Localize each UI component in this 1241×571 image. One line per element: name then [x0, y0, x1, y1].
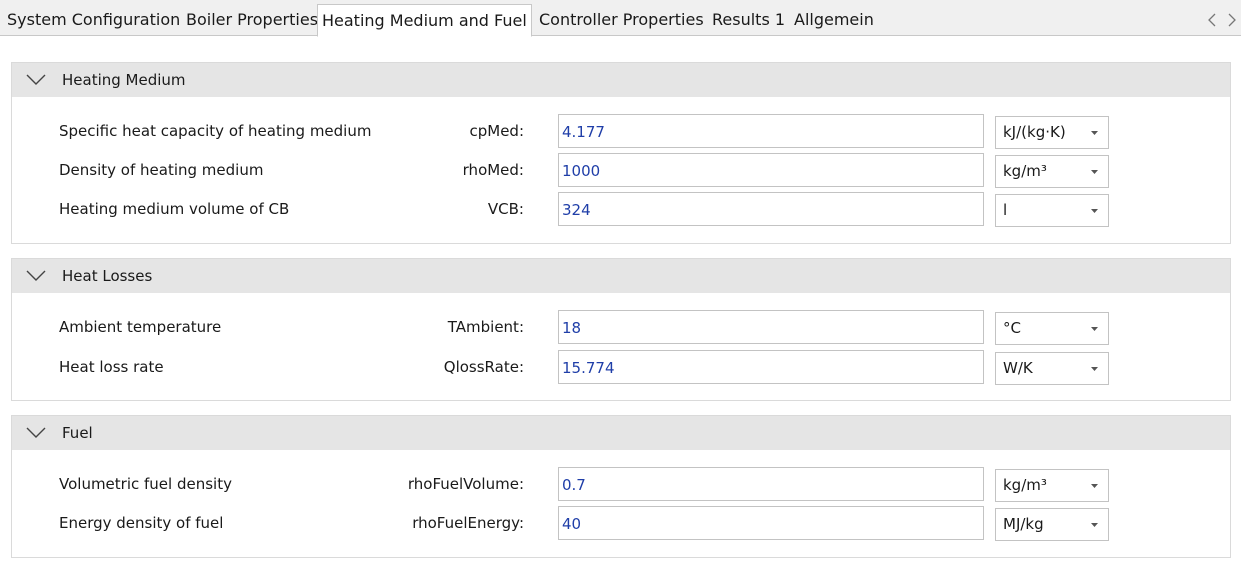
unit-select[interactable]: kg/m³: [995, 469, 1109, 502]
vcb-input[interactable]: [558, 192, 984, 226]
section-header[interactable]: Fuel: [12, 416, 1230, 450]
caret-down-icon: [1091, 131, 1098, 135]
field-label: Ambient temperature: [59, 318, 222, 336]
row-rhofuelvolume: Volumetric fuel density rhoFuelVolume: k…: [12, 467, 1230, 502]
section-header[interactable]: Heat Losses: [12, 259, 1230, 293]
unit-select[interactable]: kg/m³: [995, 155, 1109, 188]
rhofuelenergy-input[interactable]: [558, 506, 984, 540]
tab-controller-properties[interactable]: Controller Properties: [538, 4, 705, 36]
section-header[interactable]: Heating Medium: [12, 63, 1230, 97]
field-label: Heat loss rate: [59, 358, 164, 376]
field-label: Volumetric fuel density: [59, 475, 232, 493]
variable-name: rhoMed:: [462, 161, 524, 179]
variable-name: cpMed:: [469, 122, 524, 140]
cpmed-input[interactable]: [558, 114, 984, 148]
chevron-down-icon[interactable]: [25, 269, 47, 283]
row-tambient: Ambient temperature TAmbient: °C: [12, 310, 1230, 345]
field-label: Energy density of fuel: [59, 514, 224, 532]
section-heating-medium: Heating Medium Specific heat capacity of…: [11, 62, 1231, 244]
tab-heating-medium-and-fuel[interactable]: Heating Medium and Fuel: [317, 4, 532, 37]
tab-bar: System Configuration Boiler Properties H…: [0, 0, 1241, 37]
caret-down-icon: [1091, 367, 1098, 371]
rhomed-input[interactable]: [558, 153, 984, 187]
qlossrate-input[interactable]: [558, 350, 984, 384]
caret-down-icon: [1091, 484, 1098, 488]
unit-value: l: [1003, 201, 1008, 219]
unit-value: kJ/(kg·K): [1003, 123, 1066, 141]
unit-value: W/K: [1003, 359, 1033, 377]
unit-value: kg/m³: [1003, 476, 1047, 494]
tab-boiler-properties[interactable]: Boiler Properties: [185, 4, 319, 36]
section-heat-losses: Heat Losses Ambient temperature TAmbient…: [11, 258, 1231, 401]
row-vcb: Heating medium volume of CB VCB: l: [12, 192, 1230, 227]
unit-select[interactable]: MJ/kg: [995, 508, 1109, 541]
caret-down-icon: [1091, 209, 1098, 213]
tambient-input[interactable]: [558, 310, 984, 344]
unit-select[interactable]: kJ/(kg·K): [995, 116, 1109, 149]
tab-system-configuration[interactable]: System Configuration: [6, 4, 181, 36]
chevron-left-icon[interactable]: [1206, 12, 1220, 28]
section-title: Heating Medium: [62, 71, 186, 89]
caret-down-icon: [1091, 327, 1098, 331]
variable-name: VCB:: [487, 200, 524, 218]
caret-down-icon: [1091, 523, 1098, 527]
unit-select[interactable]: l: [995, 194, 1109, 227]
row-rhomed: Density of heating medium rhoMed: kg/m³: [12, 153, 1230, 188]
chevron-right-icon[interactable]: [1225, 12, 1239, 28]
chevron-down-icon[interactable]: [25, 73, 47, 87]
field-label: Specific heat capacity of heating medium: [59, 122, 372, 140]
rhofuelvolume-input[interactable]: [558, 467, 984, 501]
tab-results-1[interactable]: Results 1: [711, 4, 786, 36]
chevron-down-icon[interactable]: [25, 426, 47, 440]
variable-name: TAmbient:: [447, 318, 524, 336]
unit-select[interactable]: W/K: [995, 352, 1109, 385]
unit-value: MJ/kg: [1003, 515, 1044, 533]
row-qlossrate: Heat loss rate QlossRate: W/K: [12, 350, 1230, 385]
field-label: Density of heating medium: [59, 161, 264, 179]
unit-value: °C: [1003, 319, 1021, 337]
unit-value: kg/m³: [1003, 162, 1047, 180]
field-label: Heating medium volume of CB: [59, 200, 290, 218]
row-cpmed: Specific heat capacity of heating medium…: [12, 114, 1230, 149]
variable-name: rhoFuelEnergy:: [412, 514, 524, 532]
row-rhofuelenergy: Energy density of fuel rhoFuelEnergy: MJ…: [12, 506, 1230, 541]
unit-select[interactable]: °C: [995, 312, 1109, 345]
caret-down-icon: [1091, 170, 1098, 174]
section-title: Heat Losses: [62, 267, 153, 285]
section-fuel: Fuel Volumetric fuel density rhoFuelVolu…: [11, 415, 1231, 558]
tab-allgemein[interactable]: Allgemein: [793, 4, 875, 36]
variable-name: rhoFuelVolume:: [407, 475, 524, 493]
section-title: Fuel: [62, 424, 93, 442]
variable-name: QlossRate:: [443, 358, 524, 376]
